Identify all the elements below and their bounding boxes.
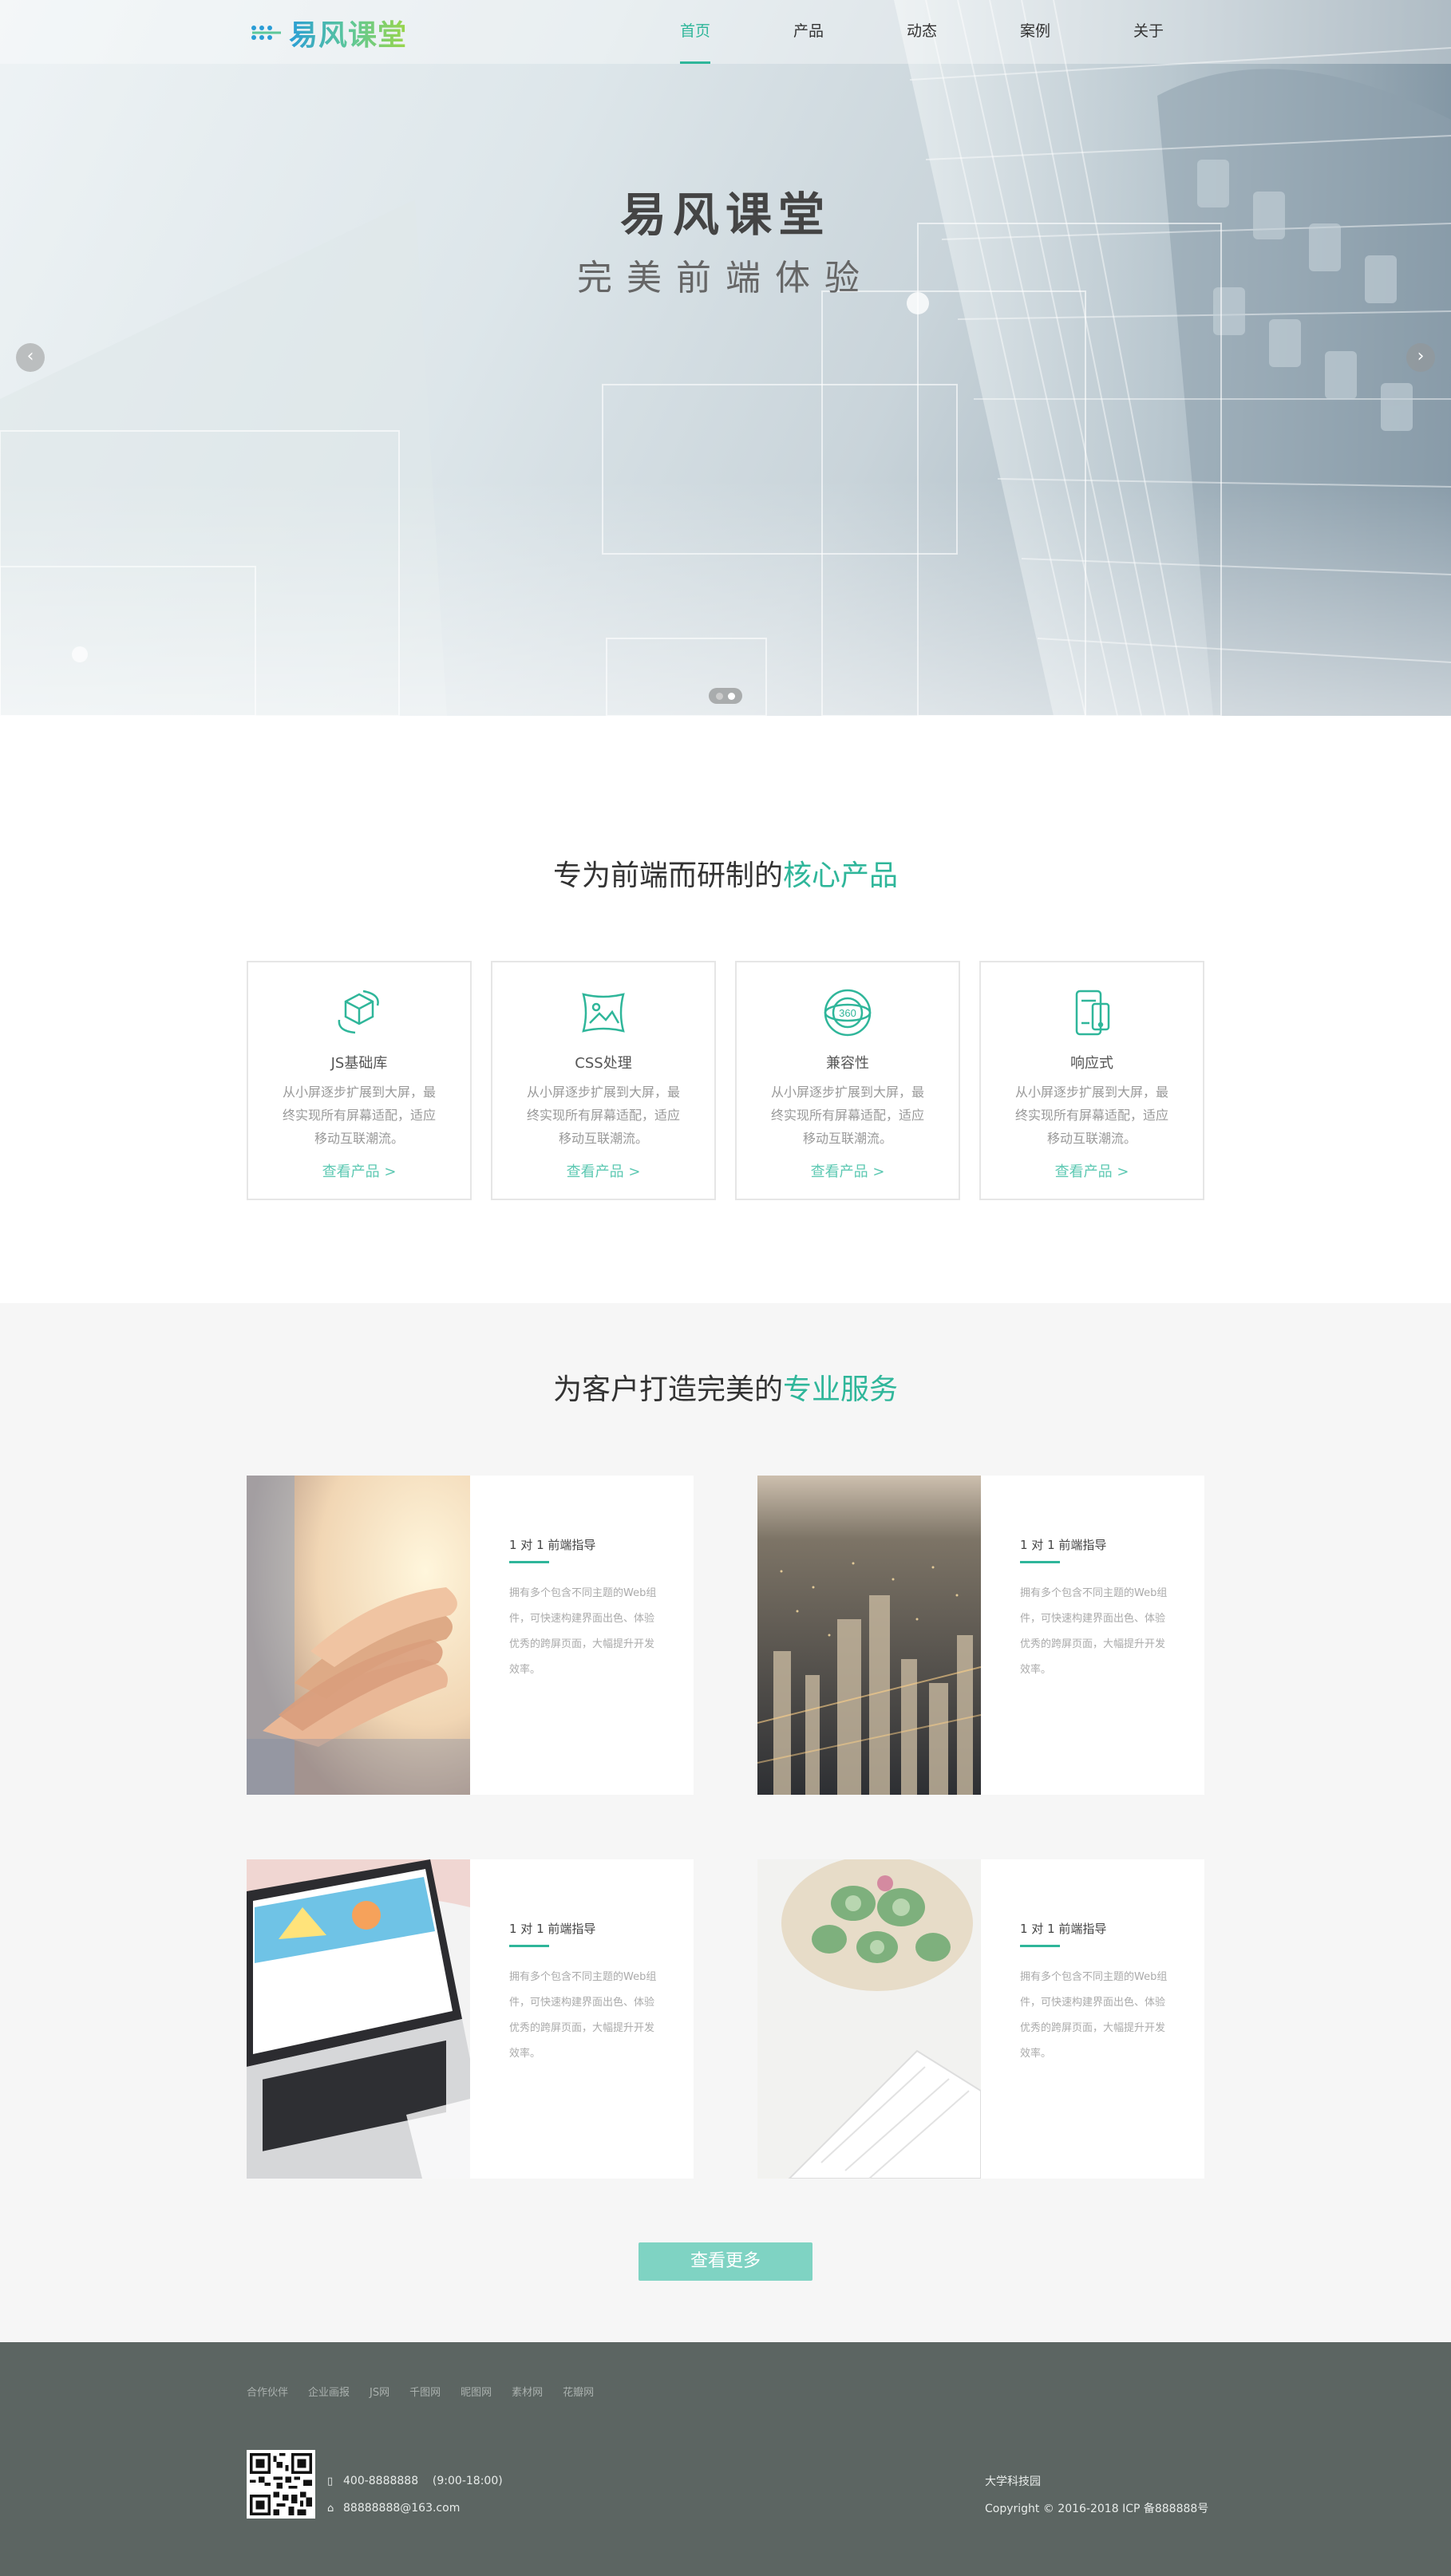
logo-text: 易风课堂 (289, 12, 407, 53)
succulent-keyboard-photo (757, 1859, 981, 2179)
view-product-link[interactable]: 查看产品 > (248, 1160, 470, 1181)
chevron-left-icon: ‹ (26, 346, 34, 366)
view-more-button[interactable]: 查看更多 (639, 2242, 812, 2281)
qr-code (247, 2450, 315, 2519)
service-title: 1 对 1 前端指导 (509, 1922, 596, 1936)
footer-link[interactable]: 昵图网 (461, 2384, 492, 2399)
main-nav: 首页 产品 动态 案例 关于 (639, 0, 1205, 64)
product-desc: 从小屏逐步扩展到大屏，最终实现所有屏幕适配，适应移动互联潮流。 (282, 1085, 436, 1146)
hero-title: 易风课堂 (619, 188, 831, 242)
product-name: JS基础库 (330, 1055, 388, 1072)
footer-link[interactable]: 合作伙伴 (247, 2384, 288, 2399)
service-body: 1 对 1 前端指导 拥有多个包含不同主题的Web组件，可快速构建界面出色、体验… (509, 1476, 669, 1683)
service-desc: 拥有多个包含不同主题的Web组件，可快速构建界面出色、体验优秀的跨屏页面，大幅提… (1020, 1971, 1168, 2060)
view-product-link[interactable]: 查看产品 > (737, 1160, 959, 1181)
hero-background-image (0, 0, 1451, 716)
services-section-title: 为客户打造完美的专业服务 (0, 1366, 1451, 1408)
responsive-devices-icon (1075, 990, 1110, 1036)
service-body: 1 对 1 前端指导 拥有多个包含不同主题的Web组件，可快速构建界面出色、体验… (1020, 1476, 1180, 1683)
contact-info: ▯ 400-8888888 (9:00-18:00) ⌂ 88888888@16… (327, 2467, 503, 2522)
product-card[interactable]: 响应式 从小屏逐步扩展到大屏，最终实现所有屏幕适配，适应移动互联潮流。 查看产品… (979, 961, 1204, 1200)
city-night-photo (757, 1476, 981, 1795)
nav-item-news[interactable]: 动态 (865, 0, 979, 64)
service-card[interactable]: 1 对 1 前端指导 拥有多个包含不同主题的Web组件，可快速构建界面出色、体验… (247, 1476, 694, 1795)
footer-link[interactable]: JS网 (370, 2384, 389, 2399)
view-product-link[interactable]: 查看产品 > (981, 1160, 1203, 1181)
service-body: 1 对 1 前端指导 拥有多个包含不同主题的Web组件，可快速构建界面出色、体验… (1020, 1859, 1180, 2067)
service-desc: 拥有多个包含不同主题的Web组件，可快速构建界面出色、体验优秀的跨屏页面，大幅提… (509, 1971, 657, 2060)
footer-link[interactable]: 千图网 (409, 2384, 441, 2399)
nav-item-products[interactable]: 产品 (752, 0, 865, 64)
product-desc: 从小屏逐步扩展到大屏，最终实现所有屏幕适配，适应移动互联潮流。 (526, 1085, 680, 1146)
product-name: 响应式 (1070, 1055, 1113, 1072)
title-underline (509, 1945, 549, 1947)
view-product-link[interactable]: 查看产品 > (492, 1160, 714, 1181)
hero-banner: 易风课堂 首页 产品 动态 案例 关于 易风课堂 完美前端体验 ‹ › (0, 0, 1451, 716)
product-cards: JS基础库 从小屏逐步扩展到大屏，最终实现所有屏幕适配，适应移动互联潮流。 查看… (247, 961, 1204, 1200)
email-text[interactable]: 88888888@163.com (343, 2502, 460, 2515)
services-title-highlight: 专业服务 (783, 1373, 899, 1406)
service-card[interactable]: 1 对 1 前端指导 拥有多个包含不同主题的Web组件，可快速构建界面出色、体验… (757, 1859, 1204, 2179)
hero-subtitle: 完美前端体验 (577, 258, 874, 298)
cube-icon (338, 990, 379, 1034)
product-card[interactable]: JS基础库 从小屏逐步扩展到大屏，最终实现所有屏幕适配，适应移动互联潮流。 查看… (247, 961, 472, 1200)
product-card[interactable]: CSS处理 从小屏逐步扩展到大屏，最终实现所有屏幕适配，适应移动互联潮流。 查看… (491, 961, 716, 1200)
product-desc: 从小屏逐步扩展到大屏，最终实现所有屏幕适配，适应移动互联潮流。 (1014, 1085, 1168, 1146)
services-title-prefix: 为客户打造完美的 (552, 1373, 783, 1406)
company-info: 大学科技园 Copyright © 2016-2018 ICP 备888888号 (985, 2467, 1208, 2522)
carousel-dot[interactable] (716, 692, 723, 700)
title-underline (509, 1561, 549, 1563)
service-desc: 拥有多个包含不同主题的Web组件，可快速构建界面出色、体验优秀的跨屏页面，大幅提… (509, 1587, 657, 1676)
carousel-indicators (709, 688, 742, 704)
footer-links: 合作伙伴 企业画报 JS网 千图网 昵图网 素材网 花瓣网 (247, 2384, 614, 2399)
360-icon: 360 (824, 989, 872, 1037)
product-desc: 从小屏逐步扩展到大屏，最终实现所有屏幕适配，适应移动互联潮流。 (770, 1085, 924, 1146)
copyright-text: Copyright © 2016-2018 ICP 备888888号 (985, 2503, 1209, 2515)
carousel-dot-active[interactable] (728, 692, 735, 700)
chevron-right-icon: › (1417, 346, 1425, 366)
footer-link[interactable]: 企业画报 (308, 2384, 350, 2399)
phone-row: ▯ 400-8888888 (9:00-18:00) (327, 2467, 503, 2495)
title-underline (1020, 1561, 1060, 1563)
service-card[interactable]: 1 对 1 前端指导 拥有多个包含不同主题的Web组件，可快速构建界面出色、体验… (757, 1476, 1204, 1795)
service-body: 1 对 1 前端指导 拥有多个包含不同主题的Web组件，可快速构建界面出色、体验… (509, 1859, 669, 2067)
site-logo[interactable]: 易风课堂 (249, 16, 407, 52)
email-row: ⌂ 88888888@163.com (327, 2495, 503, 2522)
teamwork-hands-photo (247, 1476, 470, 1795)
product-card[interactable]: 360 兼容性 从小屏逐步扩展到大屏，最终实现所有屏幕适配，适应移动互联潮流。 … (735, 961, 960, 1200)
products-section-title: 专为前端而研制的核心产品 (0, 852, 1451, 894)
service-card[interactable]: 1 对 1 前端指导 拥有多个包含不同主题的Web组件，可快速构建界面出色、体验… (247, 1859, 694, 2179)
logo-dots-icon (251, 26, 281, 40)
nav-item-cases[interactable]: 案例 (979, 0, 1092, 64)
nav-item-about[interactable]: 关于 (1092, 0, 1205, 64)
service-desc: 拥有多个包含不同主题的Web组件，可快速构建界面出色、体验优秀的跨屏页面，大幅提… (1020, 1587, 1168, 1676)
service-title: 1 对 1 前端指导 (509, 1538, 596, 1552)
company-name: 大学科技园 (985, 2475, 1041, 2488)
products-title-prefix: 专为前端而研制的 (552, 859, 783, 892)
phone-text: 400-8888888 (9:00-18:00) (343, 2475, 503, 2487)
carousel-next-button[interactable]: › (1406, 343, 1435, 372)
product-name: CSS处理 (575, 1055, 632, 1072)
phone-icon: ▯ (327, 2475, 334, 2487)
360-label: 360 (839, 1007, 856, 1019)
footer-link[interactable]: 素材网 (512, 2384, 543, 2399)
products-title-highlight: 核心产品 (783, 859, 899, 892)
service-title: 1 对 1 前端指导 (1020, 1922, 1107, 1936)
mail-icon: ⌂ (327, 2502, 334, 2515)
nav-item-home[interactable]: 首页 (639, 0, 752, 64)
footer: 合作伙伴 企业画报 JS网 千图网 昵图网 素材网 花瓣网 ▯ 400-8888… (0, 2342, 1451, 2576)
services-section (0, 1303, 1451, 2342)
footer-link[interactable]: 花瓣网 (563, 2384, 594, 2399)
laptop-photo (247, 1859, 470, 2179)
carousel-prev-button[interactable]: ‹ (16, 343, 45, 372)
top-navigation-bar: 易风课堂 首页 产品 动态 案例 关于 (0, 0, 1451, 64)
title-underline (1020, 1945, 1060, 1947)
image-frame-icon (582, 993, 625, 1033)
product-name: 兼容性 (826, 1055, 869, 1072)
service-title: 1 对 1 前端指导 (1020, 1538, 1107, 1552)
